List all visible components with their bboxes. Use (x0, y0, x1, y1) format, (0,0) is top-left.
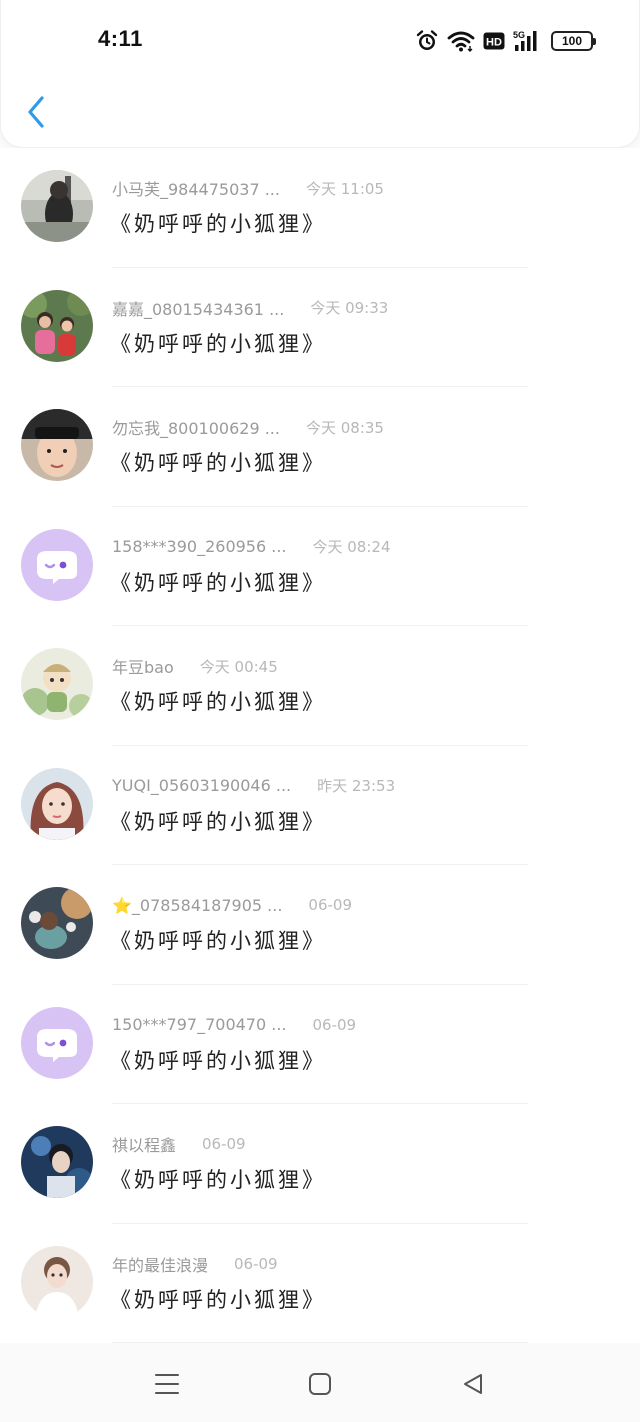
avatar[interactable] (21, 409, 93, 481)
svg-text:5G: 5G (513, 30, 525, 40)
item-meta: 年豆bao 今天 00:45 (112, 654, 278, 678)
item-meta: 年的最佳浪漫 06-09 (112, 1252, 278, 1276)
item-meta: 祺以程鑫 06-09 (112, 1132, 246, 1156)
avatar[interactable] (21, 170, 93, 242)
item-name: 小马芙_984475037 ... (112, 180, 280, 199)
item-name: YUQI_05603190046 ... (112, 776, 292, 795)
battery-icon: 100 (551, 31, 596, 51)
list-item[interactable]: 祺以程鑫 06-09 《奶呼呼的小狐狸》 (0, 1104, 640, 1224)
item-title: 《奶呼呼的小狐狸》 (110, 331, 326, 356)
avatar[interactable] (21, 1126, 93, 1198)
item-title: 《奶呼呼的小狐狸》 (110, 451, 326, 475)
item-time: 06-09 (202, 1135, 246, 1153)
item-title: 《奶呼呼的小狐狸》 (110, 570, 326, 595)
back-triangle-icon (464, 1374, 482, 1394)
item-time: 今天 09:33 (310, 299, 389, 317)
list-item[interactable]: 150***797_700470 ... 06-09 《奶呼呼的小狐狸》 (0, 984, 640, 1104)
list-item[interactable]: 年豆bao 今天 00:45 《奶呼呼的小狐狸》 (0, 626, 640, 746)
chevron-left-icon (28, 96, 44, 128)
item-time: 昨天 23:53 (317, 777, 396, 795)
list-item[interactable]: 年的最佳浪漫 06-09 《奶呼呼的小狐狸》 (0, 1223, 640, 1343)
item-name: 祺以程鑫 (112, 1136, 177, 1155)
avatar[interactable] (21, 767, 93, 840)
item-name: 勿忘我_800100629 ... (112, 419, 280, 438)
item-title: 《奶呼呼的小狐狸》 (110, 212, 326, 236)
item-name: 年的最佳浪漫 (112, 1255, 209, 1275)
divider (112, 1342, 528, 1343)
avatar[interactable] (21, 1245, 93, 1318)
item-title: 《奶呼呼的小狐狸》 (110, 690, 326, 714)
svg-text:HD: HD (486, 37, 502, 49)
signal-5g-icon: 5G (513, 29, 543, 53)
item-title: 《奶呼呼的小狐狸》 (110, 929, 326, 953)
item-time: 今天 11:05 (305, 179, 384, 198)
item-name: 年豆bao (112, 658, 174, 677)
item-name: 150***797_700470 ... (112, 1015, 287, 1034)
list-item[interactable]: 勿忘我_800100629 ... 今天 08:35 《奶呼呼的小狐狸》 (0, 387, 640, 507)
message-list: 小马芙_984475037 ... 今天 11:05 《奶呼呼的小狐狸》 嘉嘉_… (0, 148, 640, 1343)
list-item[interactable]: 嘉嘉_08015434361 ... 今天 09:33 《奶呼呼的小狐狸》 (0, 267, 640, 387)
avatar[interactable] (21, 528, 93, 601)
avatar[interactable] (21, 648, 93, 720)
item-title: 《奶呼呼的小狐狸》 (110, 1048, 326, 1073)
item-time: 今天 00:45 (199, 657, 278, 676)
screen: 4:11 HD 5G 100 小马芙_984475037 ... 今天 11:0… (0, 0, 640, 1422)
back-button[interactable] (21, 92, 51, 132)
item-meta: 小马芙_984475037 ... 今天 11:05 (112, 176, 384, 200)
avatar[interactable] (21, 1006, 93, 1079)
item-meta: 勿忘我_800100629 ... 今天 08:35 (112, 415, 384, 439)
item-name: 嘉嘉_08015434361 ... (112, 299, 285, 319)
list-item[interactable]: 158***390_260956 ... 今天 08:24 《奶呼呼的小狐狸》 (0, 506, 640, 626)
item-title: 《奶呼呼的小狐狸》 (110, 809, 326, 834)
chat-bubble-icon (21, 528, 93, 601)
list-item[interactable]: ⭐_078584187905 ... 06-09 《奶呼呼的小狐狸》 (0, 865, 640, 985)
item-time: 06-09 (234, 1254, 278, 1273)
item-title: 《奶呼呼的小狐狸》 (110, 1287, 326, 1312)
home-square-icon (309, 1373, 331, 1395)
item-name: ⭐_078584187905 ... (112, 895, 283, 915)
menu-icon (155, 1374, 179, 1394)
menu-button[interactable] (149, 1366, 185, 1402)
item-time: 06-09 (308, 896, 353, 914)
chat-bubble-icon (21, 1006, 93, 1079)
alarm-icon (415, 29, 439, 53)
item-time: 06-09 (312, 1015, 357, 1034)
item-title: 《奶呼呼的小狐狸》 (110, 1168, 326, 1192)
wifi-icon (447, 30, 475, 52)
item-meta: 150***797_700470 ... 06-09 (112, 1013, 356, 1037)
list-item[interactable]: YUQI_05603190046 ... 昨天 23:53 《奶呼呼的小狐狸》 (0, 745, 640, 865)
item-name: 158***390_260956 ... (112, 537, 287, 556)
item-time: 今天 08:35 (305, 418, 384, 437)
item-meta: ⭐_078584187905 ... 06-09 (112, 893, 352, 917)
item-meta: 嘉嘉_08015434361 ... 今天 09:33 (112, 296, 388, 320)
hd-icon: HD (483, 32, 505, 50)
item-meta: 158***390_260956 ... 今天 08:24 (112, 535, 391, 559)
avatar[interactable] (21, 289, 93, 362)
item-time: 今天 08:24 (312, 538, 391, 556)
home-button[interactable] (302, 1366, 338, 1402)
avatar[interactable] (21, 887, 93, 959)
item-meta: YUQI_05603190046 ... 昨天 23:53 (112, 774, 395, 798)
list-item[interactable]: 小马芙_984475037 ... 今天 11:05 《奶呼呼的小狐狸》 (0, 148, 640, 268)
navigation-bar (0, 1344, 640, 1422)
status-icons: HD 5G 100 (415, 28, 596, 54)
header: 4:11 HD 5G 100 (0, 0, 640, 148)
system-back-button[interactable] (455, 1366, 491, 1402)
status-time: 4:11 (98, 26, 143, 51)
